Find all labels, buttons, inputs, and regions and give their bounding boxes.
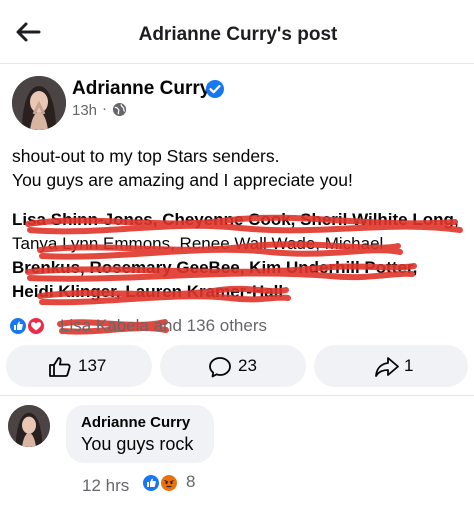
like-icon bbox=[141, 473, 161, 493]
post-body: shout-out to my top Stars senders. You g… bbox=[12, 144, 467, 192]
post-header: Adrianne Curry 13h · bbox=[8, 74, 468, 134]
comment-button[interactable]: 23 bbox=[160, 345, 306, 387]
names-line: Lisa Shinn-Jones, Cheyenne Cook, Sheril … bbox=[12, 210, 459, 229]
author-avatar[interactable] bbox=[12, 76, 66, 130]
post-text-line: You guys are amazing and I appreciate yo… bbox=[12, 170, 353, 190]
page-title: Adrianne Curry's post bbox=[138, 24, 338, 45]
reactions-text[interactable]: Lisa Kabela and 136 others bbox=[60, 316, 267, 336]
share-button[interactable]: 1 bbox=[314, 345, 468, 387]
share-arrow-icon bbox=[375, 357, 399, 377]
meta-separator: · bbox=[102, 100, 107, 117]
comment-avatar[interactable] bbox=[8, 405, 50, 447]
like-button[interactable]: 137 bbox=[6, 345, 152, 387]
tagged-names: Lisa Shinn-Jones, Cheyenne Cook, Sheril … bbox=[12, 208, 467, 304]
top-bar: Adrianne Curry's post bbox=[0, 0, 474, 64]
like-count: 137 bbox=[78, 356, 107, 375]
names-line: Tanya Lynn Emmons, Renee Wall Wade, Mich… bbox=[12, 234, 384, 253]
comment-reaction-count[interactable]: 8 bbox=[186, 472, 195, 492]
globe-icon[interactable] bbox=[112, 102, 127, 117]
divider bbox=[0, 395, 474, 396]
reaction-first-name: Lisa Kabela bbox=[60, 316, 149, 335]
post-timestamp[interactable]: 13h bbox=[72, 102, 97, 119]
comment-author-name[interactable]: Adrianne Curry bbox=[81, 414, 190, 431]
thumbs-up-icon bbox=[49, 357, 71, 377]
like-icon bbox=[8, 316, 28, 336]
comment-bubble[interactable]: Adrianne Curry You guys rock bbox=[66, 405, 214, 463]
love-icon bbox=[26, 316, 46, 336]
share-count: 1 bbox=[404, 356, 414, 375]
verified-badge-icon bbox=[205, 79, 225, 99]
comment-text: You guys rock bbox=[81, 434, 194, 454]
comment-count: 23 bbox=[238, 356, 257, 375]
post-text-line: shout-out to my top Stars senders. bbox=[12, 146, 280, 166]
comment-timestamp[interactable]: 12 hrs bbox=[82, 476, 129, 496]
angry-icon bbox=[159, 473, 179, 493]
comment-bubble-icon bbox=[209, 357, 231, 378]
reaction-others: and 136 others bbox=[148, 316, 267, 335]
reactions-summary[interactable]: Lisa Kabela and 136 others bbox=[8, 314, 468, 338]
names-line: Brenkus, Rosemary GeeBee, Kim Underhill … bbox=[12, 258, 418, 277]
post-author-name[interactable]: Adrianne Curry bbox=[72, 78, 210, 100]
names-line: Heidi Klinger, Lauren Kramer-Hall bbox=[12, 282, 284, 301]
